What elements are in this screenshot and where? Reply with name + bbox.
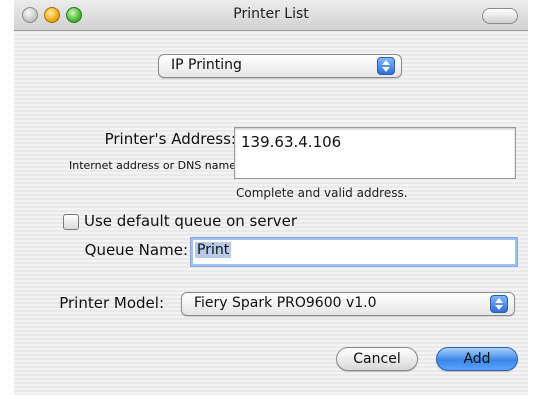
queue-name-value: Print (195, 242, 232, 258)
address-validation-status: Complete and valid address. (236, 186, 408, 200)
toolbar-toggle-button[interactable] (482, 8, 518, 24)
printer-model-value: Fiery Spark PRO9600 v1.0 (194, 295, 377, 311)
popup-arrows-icon (490, 295, 508, 313)
printing-protocol-value: IP Printing (171, 57, 242, 73)
printer-address-hint: Internet address or DNS name (68, 159, 236, 172)
add-button[interactable]: Add (436, 347, 518, 371)
queue-name-field[interactable]: Print (190, 237, 518, 267)
cancel-button[interactable]: Cancel (336, 347, 418, 371)
popup-arrows-icon (377, 57, 395, 75)
printer-address-field[interactable]: 139.63.4.106 (234, 127, 516, 179)
queue-name-label: Queue Name: (84, 241, 188, 259)
printer-list-window: Printer List IP Printing Printer's Addre… (14, 0, 528, 395)
printer-model-label: Printer Model: (59, 294, 164, 312)
use-default-queue-checkbox[interactable] (63, 214, 79, 230)
use-default-queue-label: Use default queue on server (84, 212, 298, 230)
window-title: Printer List (233, 6, 309, 22)
printing-protocol-select[interactable]: IP Printing (158, 54, 402, 78)
printer-model-select[interactable]: Fiery Spark PRO9600 v1.0 (181, 292, 515, 316)
title-bar[interactable]: Printer List (14, 0, 528, 31)
printer-address-label: Printer's Address: (104, 130, 236, 148)
printer-address-value: 139.63.4.106 (241, 133, 342, 151)
